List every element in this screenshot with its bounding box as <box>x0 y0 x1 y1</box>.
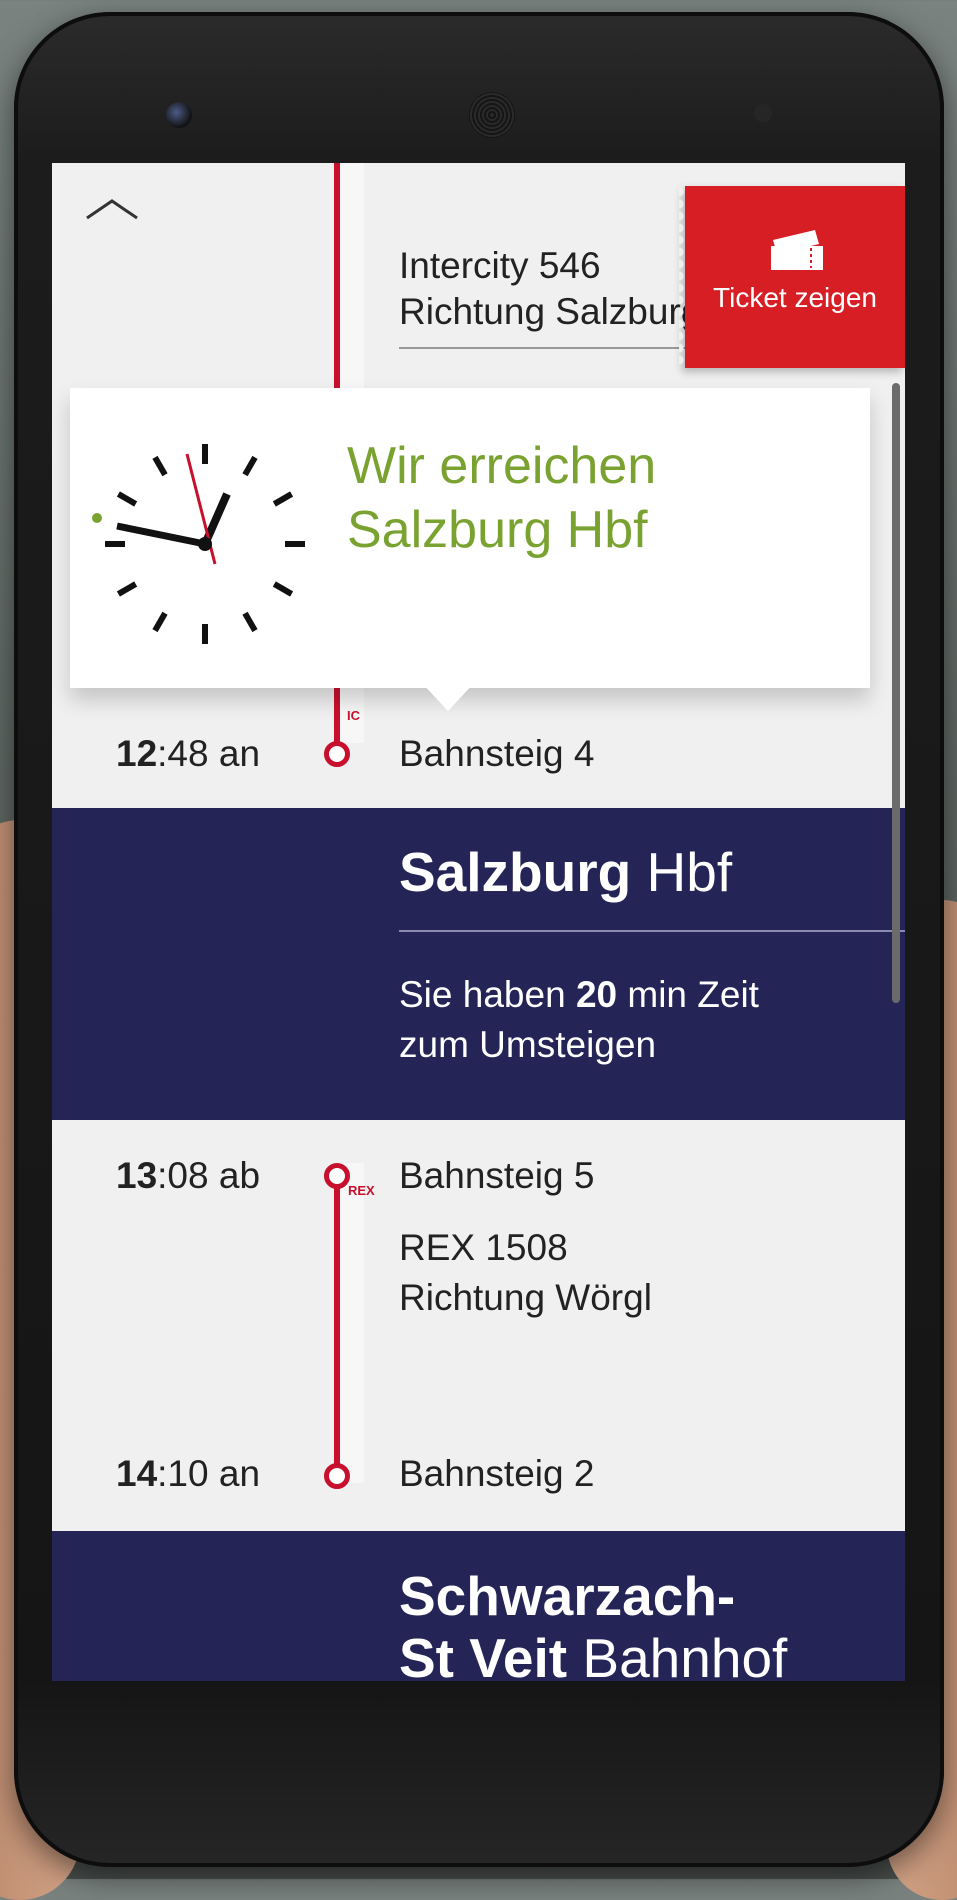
arrival-minutes-2: :10 an <box>157 1453 261 1494</box>
ic-train-tag: IC <box>347 708 360 723</box>
arrival-hour: 12 <box>116 733 158 774</box>
departure-time-salzburg: 13:08 ab <box>116 1155 260 1197</box>
stop-dot-schwarzach-arrival <box>324 1463 350 1489</box>
arrival-time-salzburg: 12:48 an <box>116 733 260 775</box>
departure-platform-salzburg: Bahnsteig 5 <box>399 1155 595 1196</box>
rex-train-info: REX 1508 Richtung Wörgl <box>399 1223 652 1323</box>
transfer-prefix: Sie haben <box>399 974 576 1015</box>
scrollbar[interactable] <box>892 383 900 1003</box>
station-name-suffix: Hbf <box>646 841 733 903</box>
stop-dot-salzburg-arrival <box>324 741 350 767</box>
chevron-up-icon[interactable] <box>82 193 142 223</box>
rex-train-tag: REX <box>348 1183 375 1198</box>
station-name-bold: Salzburg <box>399 841 632 903</box>
destination-station-name: Schwarzach- St Veit Bahnhof <box>399 1565 787 1681</box>
destination-name-line1: Schwarzach- <box>399 1565 736 1627</box>
destination-name-suffix: Bahnhof <box>582 1627 788 1681</box>
destination-station-card: Schwarzach- St Veit Bahnhof <box>52 1531 905 1681</box>
notification-pointer <box>420 681 476 711</box>
show-ticket-button[interactable]: Ticket zeigen <box>679 186 905 368</box>
timeline-line-rex <box>334 1175 340 1479</box>
station-divider <box>399 930 905 932</box>
proximity-sensor <box>754 104 772 122</box>
rex-train-direction: Richtung Wörgl <box>399 1277 652 1318</box>
arrival-minutes: :48 an <box>157 733 261 774</box>
arrival-hour-2: 14 <box>116 1453 158 1494</box>
front-camera <box>166 102 192 128</box>
departure-minutes: :08 ab <box>157 1155 261 1196</box>
arrival-platform-salzburg: Bahnsteig 4 <box>399 733 595 774</box>
ticket-icon <box>771 230 823 270</box>
earpiece-speaker <box>469 92 515 138</box>
destination-name-line2: St Veit <box>399 1627 568 1681</box>
arrival-platform-schwarzach: Bahnsteig 2 <box>399 1453 595 1494</box>
arrival-notification: Wir erreichen Salzburg Hbf <box>70 388 870 688</box>
ticket-button-label: Ticket zeigen <box>713 282 877 313</box>
transfer-station-card: Salzburg Hbf Sie haben 20 min Zeit zum U… <box>52 808 905 1120</box>
arrival-message: Wir erreichen Salzburg Hbf <box>347 437 657 559</box>
transfer-minutes: 20 <box>575 974 618 1015</box>
stop-dot-salzburg-departure <box>324 1163 350 1189</box>
departure-hour: 13 <box>116 1155 158 1196</box>
app-screen: Intercity 546 Richtung Salzburg Ticket z… <box>52 163 905 1681</box>
rex-train-name: REX 1508 <box>399 1227 568 1268</box>
ticket-perforation <box>679 186 691 368</box>
transfer-time-info: Sie haben 20 min Zeit zum Umsteigen <box>399 970 839 1070</box>
clock-icon <box>92 444 305 644</box>
arrival-time-schwarzach: 14:10 an <box>116 1453 260 1495</box>
transfer-station-name: Salzburg Hbf <box>399 840 732 904</box>
